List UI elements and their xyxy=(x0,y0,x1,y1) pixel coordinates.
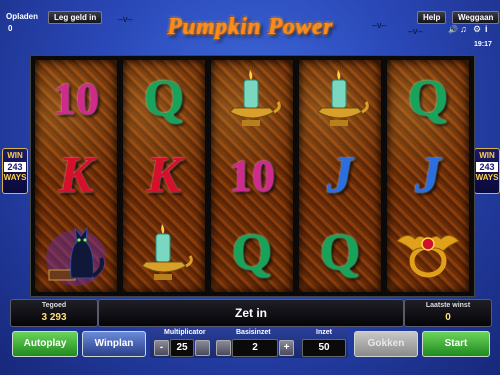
bat-ring-icon xyxy=(387,214,469,291)
reel-2: Q K xyxy=(123,60,205,292)
multiplicator-plus-button[interactable] xyxy=(195,340,210,356)
message-panel: Zet in xyxy=(98,299,404,327)
symbol-king: K xyxy=(146,147,182,204)
info-icon[interactable]: i xyxy=(485,24,488,34)
multiplicator-label: Multiplicator xyxy=(164,329,206,336)
ways-number: 243 xyxy=(4,162,26,172)
settings-icon[interactable]: ⚙ xyxy=(473,24,481,35)
basisinzet-plus-button[interactable]: + xyxy=(279,340,294,356)
help-button[interactable]: Help xyxy=(417,11,447,24)
reel-3: 10 Q xyxy=(211,60,293,292)
leg-geld-in-button[interactable]: Leg geld in xyxy=(48,11,103,24)
laatste-winst-panel: Laatste winst 0 xyxy=(404,299,492,327)
symbol-queen: Q xyxy=(407,70,449,127)
tegoed-panel: Tegoed 3 293 xyxy=(10,299,98,327)
bat-decoration-icon: ‒v‒ xyxy=(118,14,133,24)
reels-area: 10 K Q K 10 Q J Q Q J xyxy=(30,55,475,297)
symbol-ten: 10 xyxy=(53,73,99,124)
winplan-button[interactable]: Winplan xyxy=(82,331,146,357)
inzet-value: 50 xyxy=(302,339,346,357)
symbol-jack: J xyxy=(327,147,353,204)
win-ways-badge-right: WIN 243 WAYS xyxy=(474,148,500,194)
ways-top-text: WIN xyxy=(7,151,23,160)
symbol-queen: Q xyxy=(319,224,361,281)
basisinzet-minus-button[interactable] xyxy=(216,340,231,356)
status-message: Zet in xyxy=(235,306,267,320)
symbol-ten: 10 xyxy=(229,150,275,201)
laatste-winst-label: Laatste winst xyxy=(425,302,471,309)
credit-counter: 0 xyxy=(8,24,13,33)
start-button[interactable]: Start xyxy=(422,331,490,357)
symbol-queen: Q xyxy=(143,70,185,127)
inzet-label: Inzet xyxy=(316,329,332,336)
game-title-logo: Pumpkin Power xyxy=(167,14,333,40)
ways-bottom-text: WAYS xyxy=(3,173,27,182)
speaker-icon[interactable]: 🔊 xyxy=(448,25,458,34)
candle-lamp-icon xyxy=(123,214,205,291)
bat-decoration-icon: ‒v‒ xyxy=(372,20,387,30)
black-cat-icon xyxy=(35,214,117,291)
symbol-queen: Q xyxy=(231,224,273,281)
gokken-button[interactable]: Gokken xyxy=(354,331,418,357)
opladen-label: Opladen xyxy=(6,12,39,21)
clock: 19:17 xyxy=(474,41,492,48)
tegoed-value: 3 293 xyxy=(41,312,67,323)
autoplay-button[interactable]: Autoplay xyxy=(12,331,78,357)
ways-bottom-text: WAYS xyxy=(475,173,499,182)
win-ways-badge-left: WIN 243 WAYS xyxy=(2,148,28,194)
ways-top-text: WIN xyxy=(479,151,495,160)
symbol-jack: J xyxy=(415,147,441,204)
multiplicator-value: 25 xyxy=(170,339,194,357)
ways-number: 243 xyxy=(476,162,498,172)
note-icon[interactable]: ♫ xyxy=(460,24,467,34)
symbol-king: K xyxy=(58,147,94,204)
laatste-winst-value: 0 xyxy=(445,312,451,323)
reel-5: Q J xyxy=(387,60,469,292)
bat-decoration-icon: ‒v‒ xyxy=(408,26,423,36)
candle-lamp-icon xyxy=(299,60,381,137)
reel-1: 10 K xyxy=(35,60,117,292)
weggaan-button[interactable]: Weggaan xyxy=(452,11,500,24)
multiplicator-minus-button[interactable]: - xyxy=(154,340,169,356)
tegoed-label: Tegoed xyxy=(41,302,67,309)
candle-lamp-icon xyxy=(211,60,293,137)
basisinzet-value: 2 xyxy=(232,339,278,357)
reel-4: J Q xyxy=(299,60,381,292)
basisinzet-label: Basisinzet xyxy=(236,329,271,336)
